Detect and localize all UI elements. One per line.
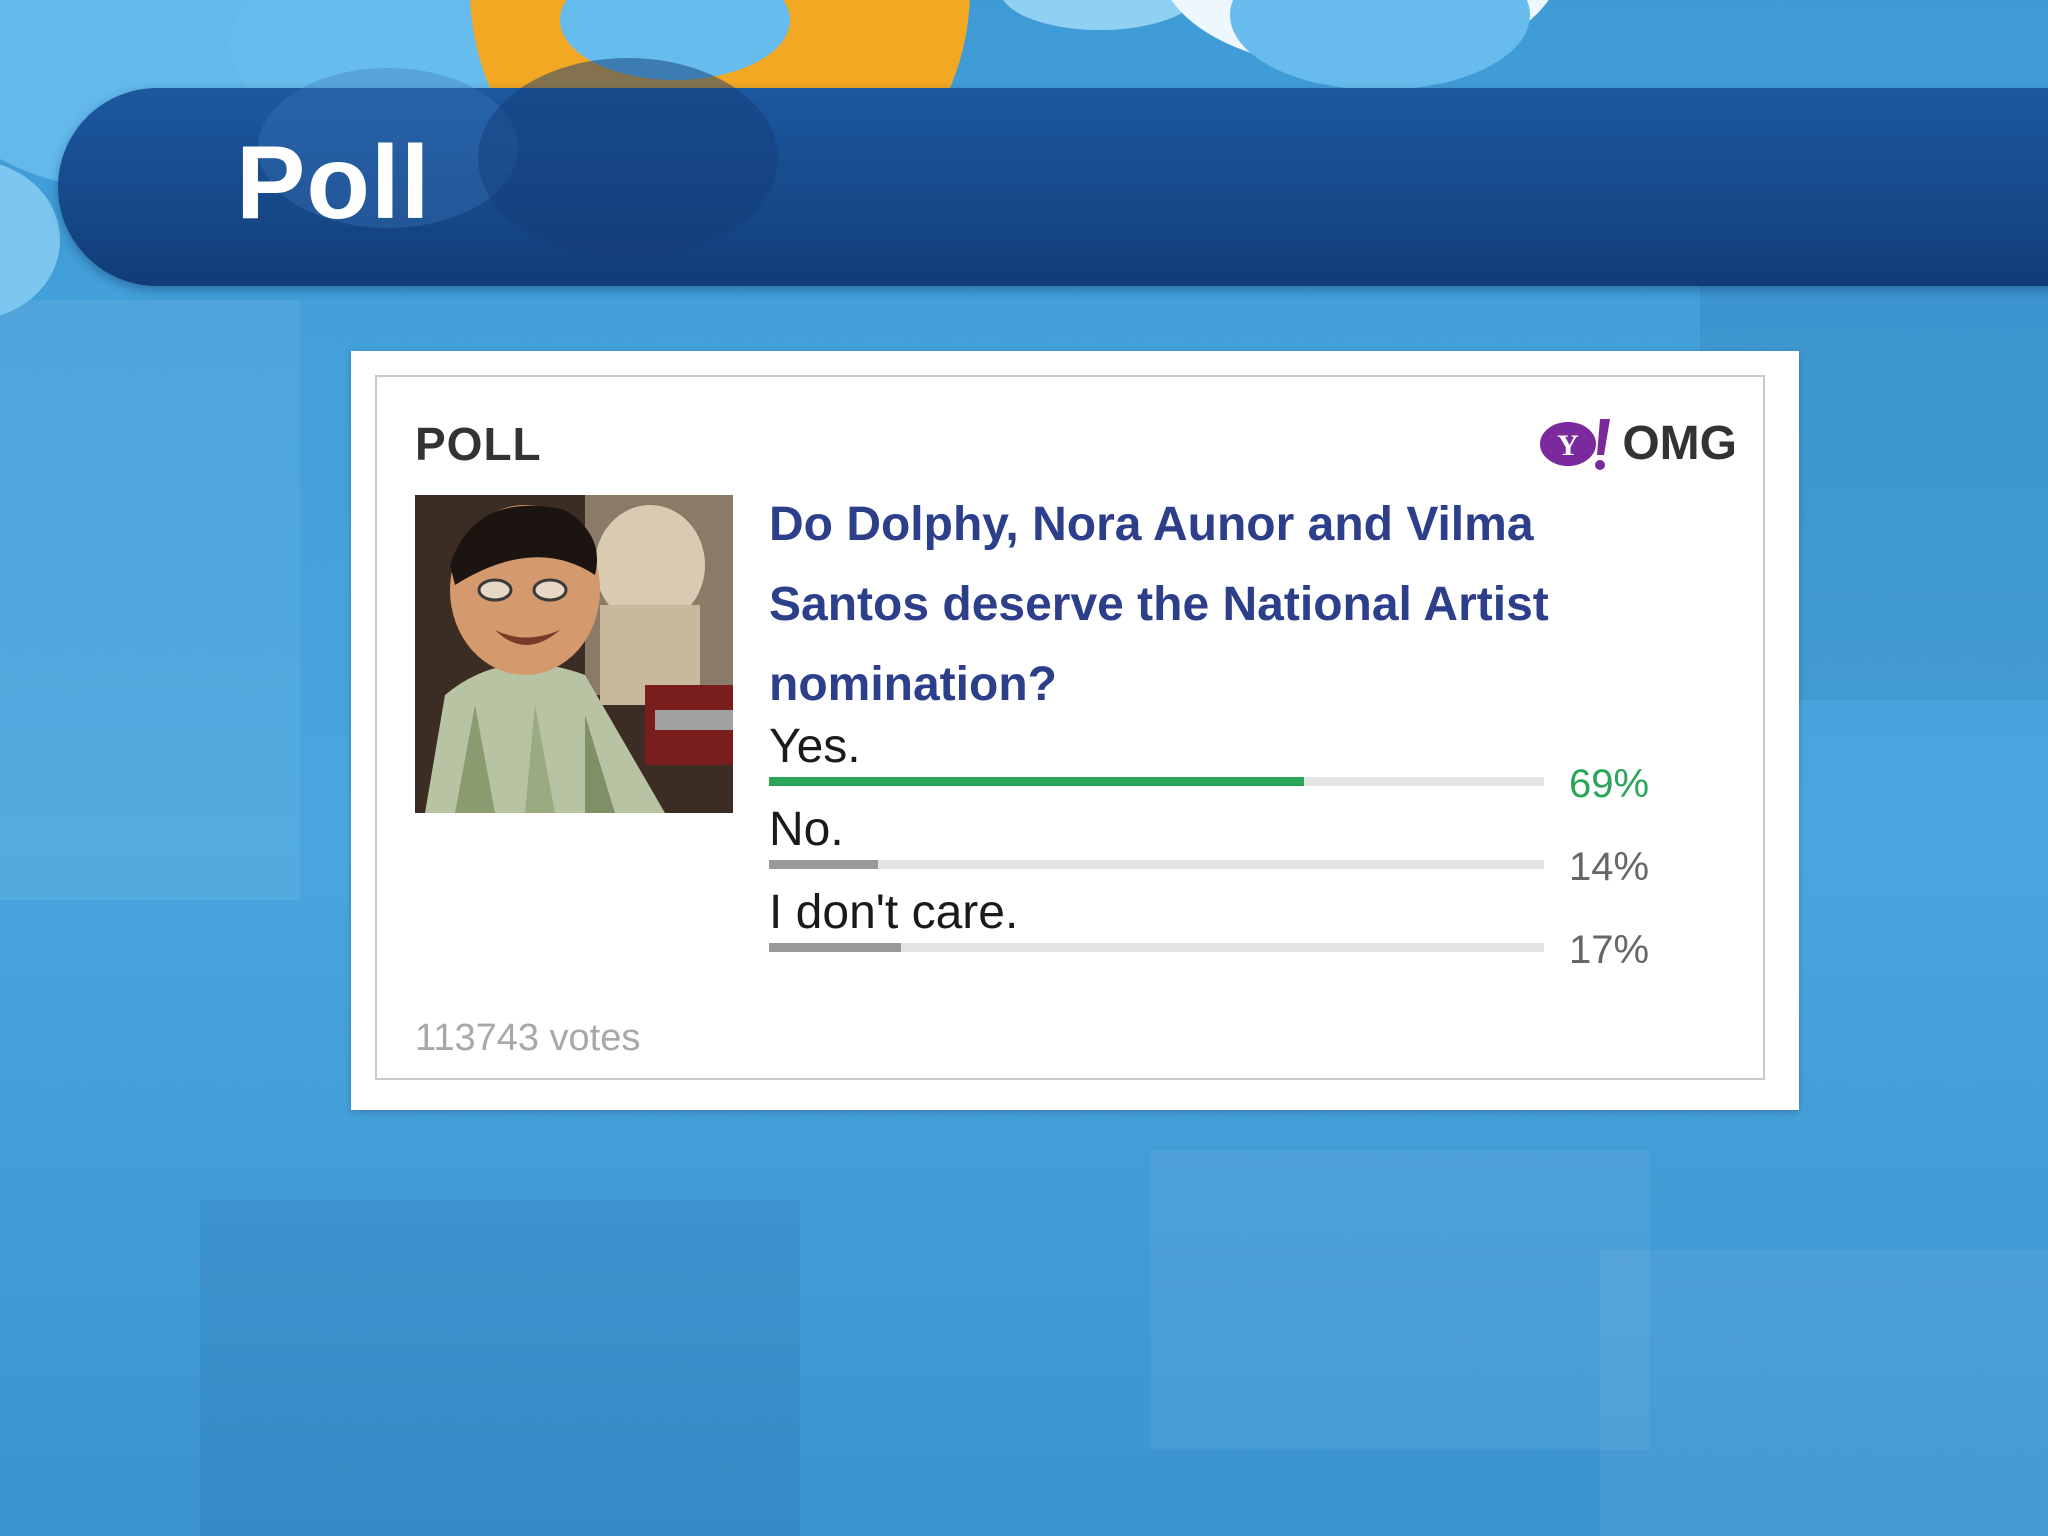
cloud-decoration [478, 58, 778, 258]
poll-widget: POLL Y OMG Do Dolphy, Nora Aunor and Vil… [351, 351, 1799, 1110]
yahoo-logo-icon: Y [1540, 419, 1611, 470]
cloud-decoration [1230, 0, 1530, 90]
option-label: No. [769, 803, 844, 856]
poll-heading: POLL [415, 418, 542, 470]
background-tile [1600, 1250, 2048, 1536]
cloud-decoration [1000, 0, 1200, 30]
option-bar-fill [769, 777, 1304, 786]
option-bar-fill [769, 943, 901, 952]
poll-photo [415, 495, 733, 813]
option-bar-fill [769, 860, 878, 869]
poll-option-yes[interactable]: Yes. 69% [769, 717, 1669, 806]
background-tile [200, 1200, 800, 1536]
option-label: Yes. [769, 720, 861, 773]
option-percent: 17% [1569, 928, 1650, 972]
brand-name: OMG [1622, 416, 1737, 470]
person-photo-icon [415, 495, 733, 813]
option-bar-track [769, 777, 1544, 786]
cloud-decoration [0, 160, 60, 320]
poll-panel: POLL Y OMG Do Dolphy, Nora Aunor and Vil… [375, 375, 1765, 1080]
poll-option-dont-care[interactable]: I don't care. 17% [769, 883, 1669, 972]
poll-option-no[interactable]: No. 14% [769, 800, 1669, 889]
slide-title: Poll [236, 125, 431, 241]
poll-brand[interactable]: Y OMG [1536, 413, 1737, 473]
background-tile [1150, 1150, 1650, 1450]
background-tile [0, 300, 300, 900]
option-label: I don't care. [769, 886, 1019, 939]
option-bar-track [769, 860, 1544, 869]
svg-text:Y: Y [1558, 429, 1580, 462]
vote-count: 113743 votes [415, 1017, 641, 1059]
poll-question: Do Dolphy, Nora Aunor and Vilma Santos d… [769, 498, 1549, 711]
option-bar-track [769, 943, 1544, 952]
